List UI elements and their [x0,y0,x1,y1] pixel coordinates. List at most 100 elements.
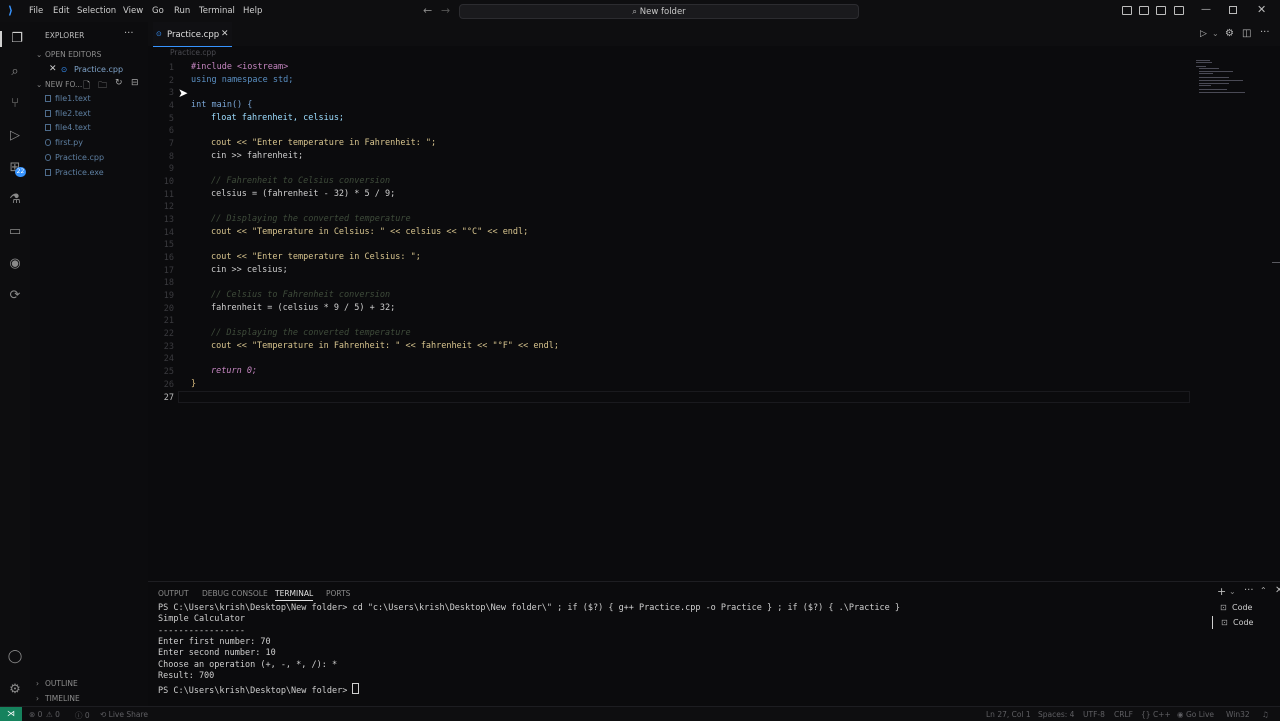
tab-ports[interactable]: PORTS [326,589,350,598]
open-editor-item[interactable]: Practice.cpp [74,65,123,74]
command-center-search[interactable]: ⌕ New folder [459,4,859,19]
collapse-all-icon[interactable]: ⊟ [131,78,139,88]
menu-edit[interactable]: Edit [53,6,69,16]
manage-gear-icon[interactable]: ⚙ [7,682,23,698]
terminal-line: ----------------- [158,626,245,636]
menu-run[interactable]: Run [174,6,190,16]
source-control-icon[interactable]: ⑂ [7,96,23,112]
live-share-icon[interactable]: ⟳ [7,288,23,304]
terminal-instance[interactable]: ⊡ Code [1212,601,1280,614]
chevron-right-icon[interactable]: › [36,679,39,688]
more-actions-icon[interactable]: ··· [124,28,134,39]
file-item[interactable]: file2.text [45,109,91,118]
terminal-prompt[interactable]: PS C:\Users\krish\Desktop\New folder> [158,683,360,696]
go-live-button[interactable]: ◉ Go Live [1177,710,1214,719]
forward-arrow-icon[interactable]: → [441,4,450,17]
split-editor-icon[interactable]: ◫ [1242,28,1251,39]
maximize-panel-icon[interactable]: ⌃ [1260,586,1267,595]
mouse-cursor-icon: ➤ [178,86,189,100]
terminal-icon: ⊡ [1221,618,1228,627]
search-activity-icon[interactable]: ⌕ [7,64,23,80]
code-line: return 0; [211,366,258,376]
new-file-icon[interactable]: 🗋 [83,78,90,94]
tab-terminal[interactable]: TERMINAL [275,589,314,601]
testing-icon[interactable]: ⚗ [7,192,23,208]
file-item[interactable]: file4.text [45,123,91,132]
close-panel-icon[interactable]: ✕ [1275,585,1280,596]
cpp-file-icon [45,154,51,161]
terminal-instance[interactable]: ⊡ Code [1212,616,1280,629]
platform[interactable]: Win32 [1226,710,1250,719]
refresh-icon[interactable]: ↻ [115,78,123,88]
back-arrow-icon[interactable]: ← [423,4,432,17]
menu-help[interactable]: Help [243,6,262,16]
problems-warnings[interactable]: ⚠ 0 [46,710,60,719]
customize-layout-icon[interactable] [1174,6,1184,15]
breadcrumb[interactable]: Practice.cpp [170,48,216,57]
menu-selection[interactable]: Selection [77,6,116,16]
chevron-right-icon[interactable]: › [36,694,39,703]
more-actions-icon[interactable]: ··· [1260,27,1270,38]
minimap[interactable] [1190,56,1250,96]
problems-errors[interactable]: ⊗ 0 [29,710,42,719]
tab-practice-cpp[interactable]: ⊙ Practice.cpp ✕ [153,22,232,47]
code-comment: // Fahrenheit to Celsius conversion [211,176,391,186]
chevron-down-icon[interactable]: ⌄ [36,50,42,59]
new-terminal-icon[interactable]: + [1217,585,1226,598]
chevron-down-icon[interactable]: ⌄ [1229,587,1236,596]
tab-output[interactable]: OUTPUT [158,589,189,598]
new-folder-icon[interactable]: 🗀 [98,78,107,94]
file-item[interactable]: Practice.cpp [45,153,104,162]
remote-indicator-icon[interactable]: ⋊ [0,707,22,721]
run-debug-icon[interactable]: ▷ [7,128,23,144]
line-endings[interactable]: CRLF [1114,710,1133,719]
accounts-icon[interactable]: ◯ [7,649,23,665]
file-item[interactable]: first.py [45,138,83,147]
close-editor-icon[interactable]: ✕ [49,64,57,74]
menu-view[interactable]: View [123,6,143,16]
more-actions-icon[interactable]: ··· [1244,585,1254,596]
open-editors-header[interactable]: OPEN EDITORS [45,50,101,59]
status-bar: ⋊ ⊗ 0 ⚠ 0 ⓘ 0 ⟲ Live Share Ln 27, Col 1 … [0,706,1280,721]
bottom-panel: OUTPUT DEBUG CONSOLE TERMINAL PORTS + ⌄ … [148,581,1280,707]
timeline-header[interactable]: TIMELINE [45,694,80,703]
live-share-button[interactable]: ⟲ Live Share [100,710,148,719]
terminal-line: PS C:\Users\krish\Desktop\New folder> cd… [158,603,901,613]
chevron-down-icon[interactable]: ⌄ [1212,29,1219,38]
scrollbar-indicator[interactable] [1272,262,1280,263]
maximize-icon[interactable] [1229,6,1237,14]
code-editor[interactable]: Practice.cpp 1 #include <iostream> 2 using… [148,46,1280,581]
terminal-line: Result: 700 [158,671,215,681]
problems-info[interactable]: ⓘ 0 [75,710,90,721]
settings-gear-icon[interactable]: ⚙ [1225,28,1234,39]
cursor-position[interactable]: Ln 27, Col 1 [986,710,1031,719]
tab-debug-console[interactable]: DEBUG CONSOLE [202,589,268,598]
file-item[interactable]: file1.text [45,94,91,103]
file-item[interactable]: Practice.exe [45,168,104,177]
folder-header[interactable]: NEW FO... [45,80,82,89]
menu-terminal[interactable]: Terminal [199,6,235,16]
outline-header[interactable]: OUTLINE [45,679,78,688]
toggle-panel-icon[interactable] [1139,6,1149,15]
close-window-icon[interactable]: ✕ [1257,3,1266,16]
toggle-primary-sidebar-icon[interactable] [1122,6,1132,15]
indentation[interactable]: Spaces: 4 [1038,710,1074,719]
explorer-icon[interactable]: ❐ [0,31,32,47]
remote-explorer-icon[interactable]: ▭ [7,224,23,240]
minimize-icon[interactable]: — [1201,4,1211,15]
toggle-secondary-sidebar-icon[interactable] [1156,6,1166,15]
run-code-icon[interactable]: ▷ [1200,29,1207,39]
menu-file[interactable]: File [29,6,43,16]
close-tab-icon[interactable]: ✕ [221,29,229,39]
github-icon[interactable]: ◉ [7,256,23,272]
extensions-badge: 22 [15,167,26,177]
chevron-down-icon[interactable]: ⌄ [36,80,42,89]
explorer-sidebar: EXPLORER ··· ⌄ OPEN EDITORS ✕ ⊙ Practice… [30,22,148,706]
language-mode[interactable]: {} C++ [1141,710,1171,719]
activity-bar: ❐ ⌕ ⑂ ▷ ⊞ 22 ⚗ ▭ ◉ ⟳ ◯ ⚙ [0,22,30,706]
menu-go[interactable]: Go [152,6,164,16]
notifications-bell-icon[interactable]: ♫ [1262,710,1269,719]
vscode-logo-icon: ⟩ [8,4,14,17]
encoding[interactable]: UTF-8 [1083,710,1105,719]
python-file-icon [45,139,51,146]
